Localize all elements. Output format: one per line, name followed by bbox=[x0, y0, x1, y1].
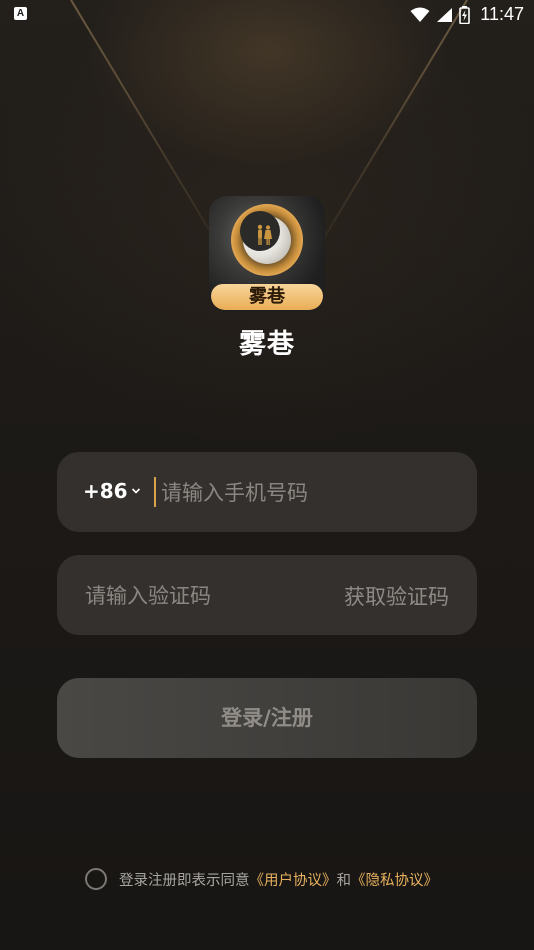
phone-field: +86 bbox=[57, 452, 477, 532]
agreement-conjunction: 和 bbox=[336, 872, 352, 889]
logo-couple-icon bbox=[257, 224, 272, 245]
chevron-down-icon bbox=[131, 488, 140, 494]
status-time: 11:47 bbox=[480, 4, 524, 24]
app-name: 雾巷 bbox=[239, 329, 295, 360]
country-code-label: +86 bbox=[83, 479, 128, 503]
signal-icon bbox=[437, 7, 453, 22]
agreement-row: 登录注册即表示同意 《用户协议》 和 《隐私协议》 bbox=[85, 868, 438, 890]
wifi-icon bbox=[410, 7, 430, 22]
agreement-prefix: 登录注册即表示同意 bbox=[119, 872, 250, 889]
text-cursor bbox=[154, 477, 156, 507]
status-icons: 11:47 bbox=[410, 4, 524, 25]
phone-number-input[interactable] bbox=[159, 470, 463, 516]
status-bar: A 11:47 bbox=[0, 0, 534, 28]
agreement-checkbox[interactable] bbox=[85, 868, 107, 890]
verification-code-input[interactable] bbox=[83, 573, 317, 619]
privacy-agreement-link[interactable]: 《隐私协议》 bbox=[351, 869, 438, 890]
notification-icon: A bbox=[14, 7, 27, 20]
logo-banner-text: 雾巷 bbox=[211, 284, 323, 310]
country-code-selector[interactable]: +86 bbox=[83, 479, 141, 503]
verification-code-field: 获取验证码 bbox=[57, 555, 477, 635]
login-register-button[interactable]: 登录/注册 bbox=[57, 678, 477, 758]
battery-charging-icon bbox=[459, 5, 471, 24]
app-logo: 雾巷 bbox=[209, 196, 325, 312]
user-agreement-link[interactable]: 《用户协议》 bbox=[250, 869, 337, 890]
get-code-button[interactable]: 获取验证码 bbox=[344, 581, 449, 611]
